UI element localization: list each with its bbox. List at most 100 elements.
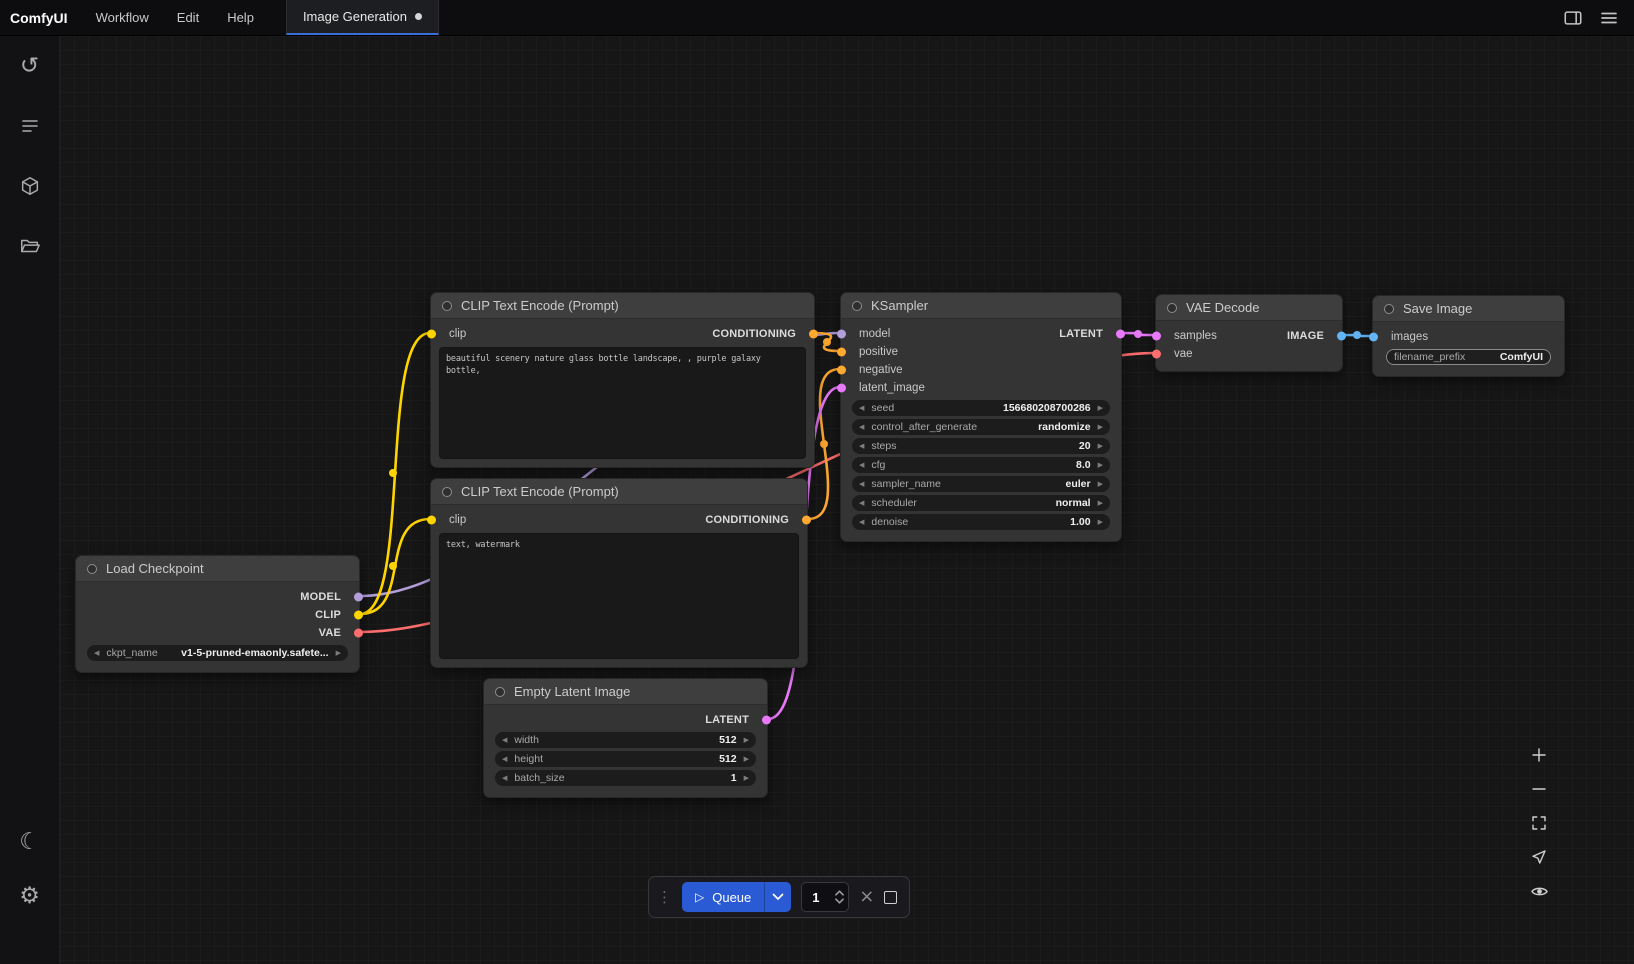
collapse-dot[interactable] — [87, 564, 97, 574]
samples-input-port[interactable] — [1152, 332, 1161, 341]
vae-input-port[interactable] — [1152, 350, 1161, 359]
model-output-port[interactable] — [354, 593, 363, 602]
conditioning-output-port[interactable] — [809, 330, 818, 339]
settings-button[interactable]: ⚙ — [18, 884, 42, 908]
increment-arrow-icon[interactable]: ▶ — [1098, 443, 1103, 450]
clear-queue-button[interactable]: × — [859, 888, 874, 906]
increment-arrow-icon[interactable]: ▶ — [744, 756, 749, 763]
positive-input-port[interactable] — [837, 348, 846, 357]
widget-scheduler[interactable]: ◀ scheduler normal ▶ — [852, 495, 1110, 511]
sidebar-item-workflows[interactable] — [18, 234, 42, 258]
main-menu-button[interactable] — [1594, 4, 1624, 32]
node-header[interactable]: CLIP Text Encode (Prompt) — [431, 293, 814, 319]
node-header[interactable]: Save Image — [1373, 296, 1564, 322]
clip-output-port[interactable] — [354, 611, 363, 620]
interrupt-button[interactable] — [884, 891, 897, 904]
toggle-panel-button[interactable] — [1558, 4, 1588, 32]
node-header[interactable]: KSampler — [841, 293, 1121, 319]
decrement-arrow-icon[interactable]: ◀ — [859, 481, 864, 488]
select-mode-button[interactable] — [1528, 846, 1550, 868]
gear-icon: ⚙ — [19, 885, 40, 908]
widget-seed[interactable]: ◀ seed 156680208700286 ▶ — [852, 400, 1110, 416]
widget-filename-prefix[interactable]: filename_prefix ComfyUI — [1386, 349, 1551, 365]
node-vae-decode[interactable]: VAE Decode samples IMAGE vae — [1155, 294, 1343, 372]
widget-denoise[interactable]: ◀ denoise 1.00 ▶ — [852, 514, 1110, 530]
clip-input-port[interactable] — [427, 516, 436, 525]
latent-image-input-port[interactable] — [837, 384, 846, 393]
decrement-arrow-icon[interactable]: ◀ — [859, 443, 864, 450]
decrement-arrow-icon[interactable]: ◀ — [859, 500, 864, 507]
batch-count-input[interactable]: 1 — [801, 882, 849, 912]
increment-arrow-icon[interactable]: ▶ — [1098, 405, 1103, 412]
node-ksampler[interactable]: KSampler model LATENT positive negative … — [840, 292, 1122, 542]
decrement-arrow-icon[interactable]: ◀ — [502, 775, 507, 782]
images-input-port[interactable] — [1369, 333, 1378, 342]
stepper-up-icon[interactable] — [835, 890, 844, 896]
increment-arrow-icon[interactable]: ▶ — [1098, 424, 1103, 431]
image-output-port[interactable] — [1337, 332, 1346, 341]
prompt-text-area[interactable]: beautiful scenery nature glass bottle la… — [439, 347, 806, 459]
widget-steps[interactable]: ◀ steps 20 ▶ — [852, 438, 1110, 454]
queue-button[interactable]: ▷ Queue — [682, 882, 764, 912]
drag-handle-icon[interactable]: ⋮ — [657, 888, 672, 906]
node-clip-text-encode-positive[interactable]: CLIP Text Encode (Prompt) clip CONDITION… — [430, 292, 815, 468]
increment-arrow-icon[interactable]: ▶ — [1098, 519, 1103, 526]
prompt-text-area[interactable]: text, watermark — [439, 533, 799, 659]
decrement-arrow-icon[interactable]: ◀ — [859, 462, 864, 469]
menu-help[interactable]: Help — [213, 0, 268, 35]
zoom-out-button[interactable] — [1528, 778, 1550, 800]
increment-arrow-icon[interactable]: ▶ — [1098, 462, 1103, 469]
increment-arrow-icon[interactable]: ▶ — [744, 775, 749, 782]
decrement-arrow-icon[interactable]: ◀ — [502, 756, 507, 763]
collapse-dot[interactable] — [442, 301, 452, 311]
conditioning-output-port[interactable] — [802, 516, 811, 525]
collapse-dot[interactable] — [1167, 303, 1177, 313]
widget-width[interactable]: ◀ width 512 ▶ — [495, 732, 756, 748]
decrement-arrow-icon[interactable]: ◀ — [94, 650, 99, 657]
clip-input-port[interactable] — [427, 330, 436, 339]
increment-arrow-icon[interactable]: ▶ — [744, 737, 749, 744]
widget-sampler-name[interactable]: ◀ sampler_name euler ▶ — [852, 476, 1110, 492]
sidebar-item-queue[interactable] — [18, 114, 42, 138]
decrement-arrow-icon[interactable]: ◀ — [859, 519, 864, 526]
widget-control-after-generate[interactable]: ◀ control_after_generate randomize ▶ — [852, 419, 1110, 435]
negative-input-port[interactable] — [837, 366, 846, 375]
collapse-dot[interactable] — [442, 487, 452, 497]
queue-options-dropdown[interactable] — [764, 882, 791, 912]
increment-arrow-icon[interactable]: ▶ — [1098, 481, 1103, 488]
widget-batch-size[interactable]: ◀ batch_size 1 ▶ — [495, 770, 756, 786]
menu-workflow[interactable]: Workflow — [82, 0, 163, 35]
sidebar-item-model-library[interactable] — [18, 174, 42, 198]
node-clip-text-encode-negative[interactable]: CLIP Text Encode (Prompt) clip CONDITION… — [430, 478, 808, 668]
vae-output-port[interactable] — [354, 629, 363, 638]
decrement-arrow-icon[interactable]: ◀ — [859, 424, 864, 431]
widget-cfg[interactable]: ◀ cfg 8.0 ▶ — [852, 457, 1110, 473]
latent-output-port[interactable] — [762, 716, 771, 725]
node-empty-latent-image[interactable]: Empty Latent Image LATENT ◀ width 512 ▶ … — [483, 678, 768, 798]
decrement-arrow-icon[interactable]: ◀ — [859, 405, 864, 412]
stepper-down-icon[interactable] — [835, 898, 844, 904]
increment-arrow-icon[interactable]: ▶ — [336, 650, 341, 657]
model-input-port[interactable] — [837, 330, 846, 339]
menu-edit[interactable]: Edit — [163, 0, 213, 35]
collapse-dot[interactable] — [495, 687, 505, 697]
toggle-link-visibility-button[interactable] — [1528, 880, 1550, 902]
collapse-dot[interactable] — [852, 301, 862, 311]
collapse-dot[interactable] — [1384, 304, 1394, 314]
widget-ckpt-name[interactable]: ◀ ckpt_name v1-5-pruned-emaonly.safete..… — [87, 645, 348, 661]
increment-arrow-icon[interactable]: ▶ — [1098, 500, 1103, 507]
fit-view-button[interactable] — [1528, 812, 1550, 834]
node-header[interactable]: VAE Decode — [1156, 295, 1342, 321]
theme-toggle-button[interactable]: ☾ — [18, 830, 42, 854]
decrement-arrow-icon[interactable]: ◀ — [502, 737, 507, 744]
node-header[interactable]: CLIP Text Encode (Prompt) — [431, 479, 807, 505]
node-save-image[interactable]: Save Image images filename_prefix ComfyU… — [1372, 295, 1565, 377]
node-load-checkpoint[interactable]: Load Checkpoint MODEL CLIP VAE ◀ ckpt_na… — [75, 555, 360, 673]
node-header[interactable]: Load Checkpoint — [76, 556, 359, 582]
widget-height[interactable]: ◀ height 512 ▶ — [495, 751, 756, 767]
node-header[interactable]: Empty Latent Image — [484, 679, 767, 705]
sidebar-item-history[interactable]: ↺ — [18, 54, 42, 78]
latent-output-port[interactable] — [1116, 330, 1125, 339]
tab-image-generation[interactable]: Image Generation — [286, 0, 439, 35]
zoom-in-button[interactable] — [1528, 744, 1550, 766]
